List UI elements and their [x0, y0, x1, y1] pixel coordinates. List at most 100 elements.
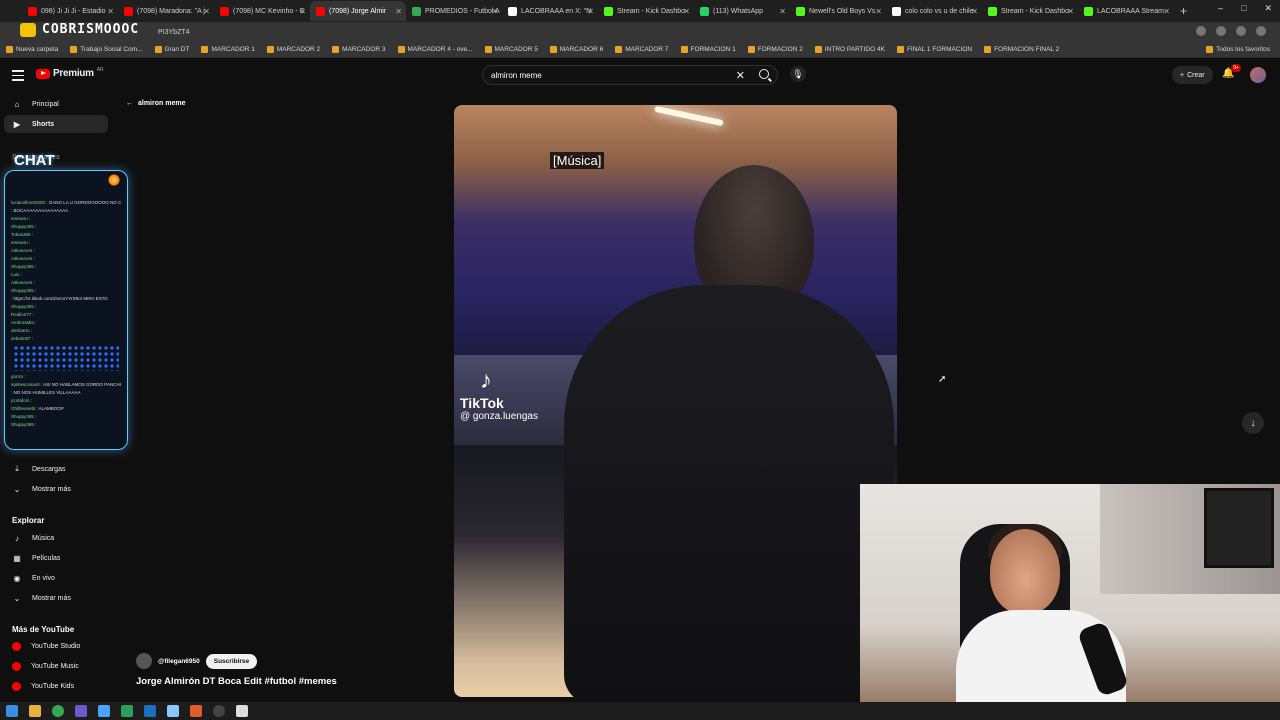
bookmark-item[interactable]: Trabajo Social Com... [70, 46, 143, 53]
browser-tab[interactable]: LACOBRAAA Stream ✕ [1078, 1, 1174, 21]
app-icon[interactable] [75, 705, 87, 717]
create-button[interactable]: + Crear [1172, 66, 1213, 84]
sidebar-item-principal[interactable]: ⌂ Principal [4, 95, 108, 113]
chrome-icon[interactable] [52, 705, 64, 717]
sidebar-item-explore-more[interactable]: ⌄ Mostrar más [4, 589, 108, 607]
back-to-search[interactable]: ← almiron meme [126, 100, 185, 107]
windows-start-icon[interactable] [6, 705, 18, 717]
menu-icon[interactable] [12, 70, 24, 84]
close-tab-icon[interactable]: ✕ [1067, 7, 1074, 16]
bookmark-item[interactable]: FORMACION 1 [680, 46, 736, 53]
steam-icon[interactable] [144, 705, 156, 717]
browser-tab[interactable]: (7098) Maradona: "A j ✕ [118, 1, 214, 21]
close-window-button[interactable]: ✕ [1264, 3, 1272, 14]
close-tab-icon[interactable]: ✕ [299, 7, 306, 16]
youtube-logo[interactable]: Premium AR [36, 67, 104, 79]
sidebar-item-show-more[interactable]: ⌄ Mostrar más [4, 480, 108, 498]
bookmark-item[interactable]: FINAL 1 FORMACION [896, 46, 972, 53]
app-icon[interactable] [190, 705, 202, 717]
close-tab-icon[interactable]: ✕ [1163, 7, 1170, 16]
bookmark-item[interactable]: FORMACION 2 [747, 46, 803, 53]
address-bar[interactable]: PI3YbZT4 [0, 22, 1280, 42]
search-icon[interactable] [759, 69, 769, 79]
tab-label: colo colo vs u de chile [905, 7, 974, 15]
close-tab-icon[interactable]: ✕ [587, 7, 594, 16]
profile-icon[interactable] [1256, 26, 1266, 36]
bookmark-icon [332, 46, 340, 53]
maximize-button[interactable]: □ [1241, 3, 1246, 14]
url-text[interactable]: PI3YbZT4 [158, 29, 190, 36]
mic-icon[interactable]: 🎙 [790, 66, 806, 82]
close-tab-icon[interactable]: ✕ [203, 7, 210, 16]
app-icon[interactable] [98, 705, 110, 717]
next-video-button[interactable]: ↓ [1242, 412, 1264, 434]
sidebar-item-shorts[interactable]: ▶ Shorts [4, 115, 108, 133]
sidebar-item-movies[interactable]: ▦ Películas [4, 549, 108, 567]
close-tab-icon[interactable]: ✕ [875, 7, 882, 16]
sidebar-item-music[interactable]: ♪ Música [4, 529, 108, 547]
file-explorer-icon[interactable] [29, 705, 41, 717]
sidebar-item-downloads[interactable]: ⤓ Descargas [4, 460, 108, 478]
app-icon[interactable] [121, 705, 133, 717]
minimize-button[interactable]: – [1218, 3, 1223, 14]
subscribe-button[interactable]: Suscribirse [205, 653, 258, 669]
sidebar-item-youtube-studio[interactable]: YouTube Studio [4, 637, 108, 655]
chat-username: jcortafom [11, 398, 30, 403]
app-icon[interactable] [236, 705, 248, 717]
bookmark-item[interactable]: MARCADOR 1 [201, 46, 255, 53]
new-tab-button[interactable]: + [1180, 4, 1187, 18]
avatar[interactable] [1250, 67, 1266, 83]
browser-tab[interactable]: Stream - Kick Dashbo ✕ [598, 1, 694, 21]
channel-name[interactable]: @filegan6950 [158, 658, 200, 665]
bookmark-item[interactable]: MARCADOR 4 - ove... [397, 46, 473, 53]
bookmark-item[interactable]: FORMACION FINAL 2 [984, 46, 1059, 53]
browser-tab[interactable]: 098) Ji Ji Ji - Estadio ✕ [22, 1, 118, 21]
extension-icon[interactable] [1236, 26, 1246, 36]
chat-message: Shuppy365 : [11, 223, 121, 231]
browser-tab[interactable]: (7098) Jorge Almir ✕ [310, 1, 406, 21]
bookmark-item[interactable]: MARCADOR 6 [549, 46, 603, 53]
star-icon[interactable] [1216, 26, 1226, 36]
sidebar-item-youtube-kids[interactable]: YouTube Kids [4, 677, 108, 695]
tab-favicon-icon [412, 6, 421, 16]
close-tab-icon[interactable]: ✕ [971, 7, 978, 16]
close-tab-icon[interactable]: ✕ [779, 7, 786, 16]
browser-tab[interactable]: Stream - Kick Dashbo ✕ [982, 1, 1078, 21]
close-tab-icon[interactable]: ✕ [491, 7, 498, 16]
shorts-video-player[interactable]: [Música] ♪ TikTok @ gonza.luengas [454, 105, 897, 697]
browser-tab[interactable]: (113) WhatsApp ✕ [694, 1, 790, 21]
notifications-icon[interactable]: 🔔 9+ [1222, 64, 1241, 80]
bookmark-item[interactable]: Nueva carpeta [6, 46, 58, 53]
bookmark-icon [70, 46, 78, 53]
browser-tab[interactable]: LACOBRAAA en X: "N ✕ [502, 1, 598, 21]
sidebar-item-youtube-music[interactable]: YouTube Music [4, 657, 108, 675]
extension-icon[interactable] [1196, 26, 1206, 36]
close-tab-icon[interactable]: ✕ [395, 7, 402, 16]
browser-tab[interactable]: (7098) MC Kevinho - C ✕ [214, 1, 310, 21]
browser-tab[interactable]: PROMEDIOS - Futbol A ✕ [406, 1, 502, 21]
tab-favicon-icon [28, 6, 37, 16]
video-title[interactable]: Jorge Almirón DT Boca Edit #futbol #meme… [136, 676, 337, 687]
tab-label: Stream - Kick Dashbo [1001, 7, 1070, 15]
sidebar-item-live[interactable]: ◉ En vivo [4, 569, 108, 587]
clear-search-icon[interactable]: ✕ [736, 69, 745, 82]
channel-avatar[interactable] [136, 653, 152, 669]
close-tab-icon[interactable]: ✕ [107, 7, 114, 16]
bookmark-item[interactable]: MARCADOR 5 [484, 46, 538, 53]
window-controls: – □ ✕ [1218, 3, 1272, 14]
bookmark-item[interactable]: MARCADOR 2 [266, 46, 320, 53]
bookmark-item[interactable]: Gran DT [154, 46, 189, 53]
search-input[interactable]: almiron meme ✕ [482, 65, 778, 85]
bookmark-item[interactable]: INTRO PARTIDO 4K [814, 46, 885, 53]
bookmark-item[interactable]: MARCADOR 7 [615, 46, 669, 53]
live-icon: ◉ [13, 573, 21, 583]
browser-tab[interactable]: colo colo vs u de chile ✕ [886, 1, 982, 21]
bookmark-icon [201, 46, 209, 53]
app-icon[interactable] [167, 705, 179, 717]
chat-message: alesbarto : [11, 327, 121, 335]
browser-tab[interactable]: Newell's Old Boys Vs ✕ [790, 1, 886, 21]
all-favorites[interactable]: Todos los favoritos [1206, 46, 1270, 53]
bookmark-item[interactable]: MARCADOR 3 [332, 46, 386, 53]
close-tab-icon[interactable]: ✕ [683, 7, 690, 16]
obs-icon[interactable] [213, 705, 225, 717]
